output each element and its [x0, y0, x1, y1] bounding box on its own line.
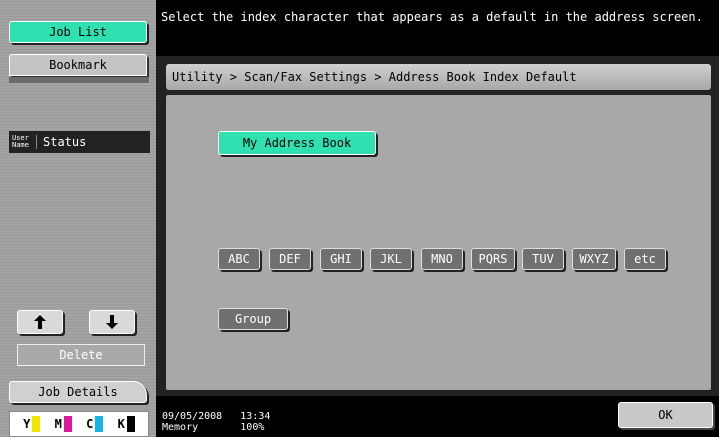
breadcrumb: Utility > Scan/Fax Settings > Address Bo…	[166, 64, 711, 90]
toner-magenta: M	[55, 416, 72, 432]
group-button[interactable]: Group	[218, 308, 288, 330]
job-details-button[interactable]: Job Details	[9, 381, 147, 403]
index-button-abc[interactable]: ABC	[218, 248, 260, 270]
job-list-button[interactable]: Job List	[9, 21, 147, 43]
index-button-mno[interactable]: MNO	[421, 248, 463, 270]
index-button-etc[interactable]: etc	[624, 248, 666, 270]
time: 13:34	[240, 411, 271, 422]
arrow-down-icon	[106, 315, 118, 329]
bookmark-button[interactable]: Bookmark	[9, 54, 147, 76]
toner-yellow-bar	[32, 416, 41, 432]
status-datetime: 09/05/2008 13:34 Memory 100%	[162, 411, 270, 433]
memory-label: Memory	[162, 422, 199, 433]
index-button-wxyz[interactable]: WXYZ	[572, 248, 616, 270]
instruction-message: Select the index character that appears …	[161, 10, 703, 24]
toner-yellow: Y	[23, 416, 41, 432]
scroll-down-button[interactable]	[89, 310, 135, 334]
date: 09/05/2008	[162, 411, 223, 422]
toner-black: K	[118, 416, 135, 432]
scroll-up-button[interactable]	[17, 310, 63, 334]
toner-cyan: C	[86, 416, 104, 432]
ok-button[interactable]: OK	[618, 402, 713, 428]
status-header: Status	[43, 135, 87, 149]
index-button-jkl[interactable]: JKL	[370, 248, 412, 270]
toner-magenta-bar	[63, 416, 72, 432]
index-button-ghi[interactable]: GHI	[320, 248, 362, 270]
my-address-book-button[interactable]: My Address Book	[218, 131, 376, 155]
bookmark-divider	[9, 77, 149, 83]
left-panel: Job List Bookmark User Name Status Delet…	[0, 0, 156, 437]
index-button-tuv[interactable]: TUV	[522, 248, 564, 270]
index-button-pqrs[interactable]: PQRS	[471, 248, 515, 270]
memory-value: 100%	[240, 422, 265, 433]
toner-cyan-bar	[95, 416, 104, 432]
user-name-header: User Name	[9, 135, 37, 149]
toner-black-bar	[126, 416, 135, 432]
delete-button[interactable]: Delete	[17, 344, 145, 366]
arrow-up-icon	[34, 315, 46, 329]
index-button-def[interactable]: DEF	[269, 248, 311, 270]
toner-levels: Y M C K	[9, 411, 149, 437]
job-list-header: User Name Status	[9, 131, 150, 153]
